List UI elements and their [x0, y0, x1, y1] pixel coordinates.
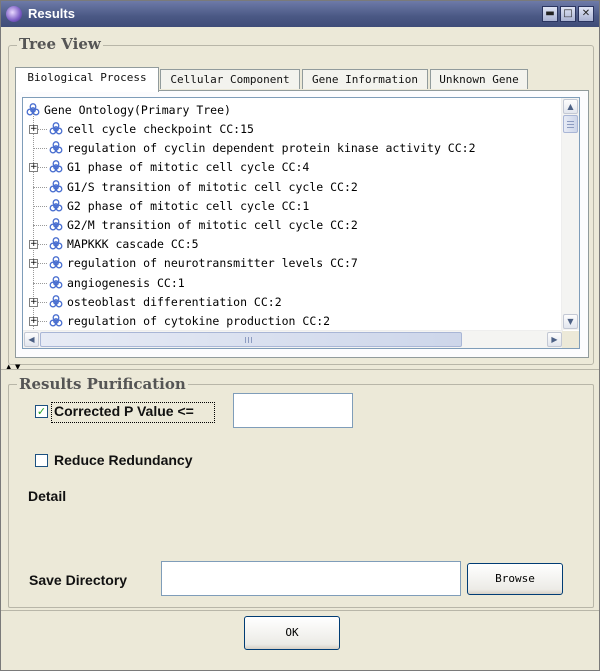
tree-item-label: cell cycle checkpoint CC:15 — [67, 122, 254, 136]
biohazard-node-icon — [49, 198, 63, 212]
scroll-right-arrow-icon[interactable]: ▶ — [547, 332, 562, 347]
tree-item[interactable]: angiogenesis CC:1 — [49, 274, 185, 293]
biohazard-node-icon — [49, 122, 63, 135]
tree-connector — [33, 205, 47, 207]
expand-plus-icon[interactable]: + — [29, 259, 38, 269]
tree-item-label: MAPKKK cascade CC:5 — [67, 237, 199, 252]
tree-item[interactable]: cell cycle checkpoint CC:15 — [49, 120, 254, 139]
tree-connector — [33, 282, 47, 284]
corrected-p-label: Corrected P Value <= — [54, 403, 194, 419]
biohazard-node-icon — [49, 218, 63, 231]
splitter-line — [1, 369, 599, 370]
save-directory-input[interactable] — [161, 561, 461, 596]
tree-horizontal-scrollbar[interactable]: ◀ ▶ — [23, 330, 563, 348]
expand-plus-icon[interactable]: + — [29, 240, 38, 250]
reduce-redundancy-label: Reduce Redundancy — [54, 452, 193, 468]
maximize-button[interactable]: □ — [560, 6, 576, 22]
tab-biological-process[interactable]: Biological Process — [15, 67, 159, 92]
ok-button[interactable]: OK — [244, 616, 340, 650]
tree-connector — [33, 186, 47, 188]
biohazard-node-icon — [49, 179, 63, 193]
go-tree[interactable]: Gene Ontology(Primary Tree) + cell cycle … — [22, 97, 580, 349]
tree-root[interactable]: Gene Ontology(Primary Tree) — [26, 101, 231, 120]
reduce-redundancy-checkbox[interactable] — [35, 454, 48, 467]
biohazard-node-icon — [49, 275, 63, 289]
tree-item-label: regulation of cyclin dependent protein k… — [67, 141, 476, 156]
scroll-left-arrow-icon[interactable]: ◀ — [24, 332, 39, 347]
biohazard-node-icon — [49, 237, 63, 250]
tree-connector — [33, 148, 47, 150]
tree-item[interactable]: G2 phase of mitotic cell cycle CC:1 — [49, 197, 309, 216]
horizontal-scroll-thumb[interactable] — [40, 332, 462, 347]
tab-unknown-gene[interactable]: Unknown Gene — [430, 69, 528, 89]
results-window: Results ▬ □ ✕ Tree View Biological Proce… — [0, 0, 600, 671]
scroll-corner — [562, 331, 579, 348]
tree-item[interactable]: regulation of neurotransmitter levels CC… — [49, 254, 358, 273]
biohazard-node-icon — [49, 160, 63, 173]
thumb-grip-icon — [567, 121, 574, 128]
title-bar[interactable]: Results ▬ □ ✕ — [1, 1, 599, 27]
tree-root-label: Gene Ontology(Primary Tree) — [44, 103, 231, 117]
tab-cellular-component[interactable]: Cellular Component — [160, 69, 300, 89]
check-mark-icon: ✓ — [36, 405, 47, 418]
scroll-down-arrow-icon[interactable]: ▼ — [563, 314, 578, 329]
tree-vertical-scrollbar[interactable]: ▲ ▼ — [561, 98, 579, 330]
tree-item[interactable]: G1 phase of mitotic cell cycle CC:4 — [49, 158, 309, 177]
tree-item[interactable]: G2/M transition of mitotic cell cycle CC… — [49, 216, 358, 235]
tree-item-label: regulation of cytokine production CC:2 — [67, 314, 331, 328]
browse-button[interactable]: Browse — [467, 563, 563, 595]
p-value-input[interactable] — [233, 393, 353, 428]
detail-label: Detail — [28, 488, 67, 504]
purification-title: Results Purification — [17, 375, 188, 393]
tree-item[interactable]: MAPKKK cascade CC:5 — [49, 235, 199, 254]
biohazard-node-icon — [49, 141, 63, 154]
expand-plus-icon[interactable]: + — [29, 125, 38, 134]
expand-plus-icon[interactable]: + — [29, 317, 38, 326]
close-button[interactable]: ✕ — [578, 6, 594, 22]
tab-panel: Gene Ontology(Primary Tree) + cell cycle … — [15, 90, 589, 358]
save-directory-label: Save Directory — [29, 572, 128, 588]
tree-viewport: Gene Ontology(Primary Tree) + cell cycle … — [23, 98, 563, 330]
tree-item[interactable]: regulation of cytokine production CC:2 — [49, 312, 330, 330]
expand-plus-icon[interactable]: + — [29, 297, 38, 307]
tree-item-label: G1/S transition of mitotic cell cycle CC… — [67, 179, 358, 194]
tree-item-label: osteoblast differentiation CC:2 — [67, 294, 282, 309]
tab-gene-information[interactable]: Gene Information — [302, 69, 428, 89]
app-icon — [6, 6, 22, 22]
tree-item[interactable]: regulation of cyclin dependent protein k… — [49, 139, 476, 158]
minimize-button[interactable]: ▬ — [542, 6, 558, 22]
corrected-p-checkbox[interactable]: ✓ — [35, 405, 48, 418]
thumb-grip-icon — [245, 337, 254, 343]
biohazard-node-icon — [49, 294, 63, 308]
vertical-scroll-thumb[interactable] — [563, 115, 578, 133]
tree-view-title: Tree View — [17, 35, 103, 53]
tree-item-label: G1 phase of mitotic cell cycle CC:4 — [67, 160, 310, 175]
tree-item[interactable]: G1/S transition of mitotic cell cycle CC… — [49, 178, 358, 197]
tree-item-label: regulation of neurotransmitter levels CC… — [67, 256, 358, 271]
tree-item[interactable]: osteoblast differentiation CC:2 — [49, 293, 282, 312]
tree-item-label: G2 phase of mitotic cell cycle CC:1 — [67, 198, 310, 213]
biohazard-node-icon — [49, 314, 63, 327]
expand-plus-icon[interactable]: + — [29, 163, 38, 173]
biohazard-node-icon — [49, 256, 63, 269]
window-title: Results — [28, 6, 75, 21]
tree-item-label: angiogenesis CC:1 — [67, 275, 185, 290]
tree-item-label: G2/M transition of mitotic cell cycle CC… — [67, 218, 358, 232]
scroll-up-arrow-icon[interactable]: ▲ — [563, 99, 578, 114]
footer-divider — [1, 610, 599, 611]
tree-connector — [33, 225, 47, 226]
